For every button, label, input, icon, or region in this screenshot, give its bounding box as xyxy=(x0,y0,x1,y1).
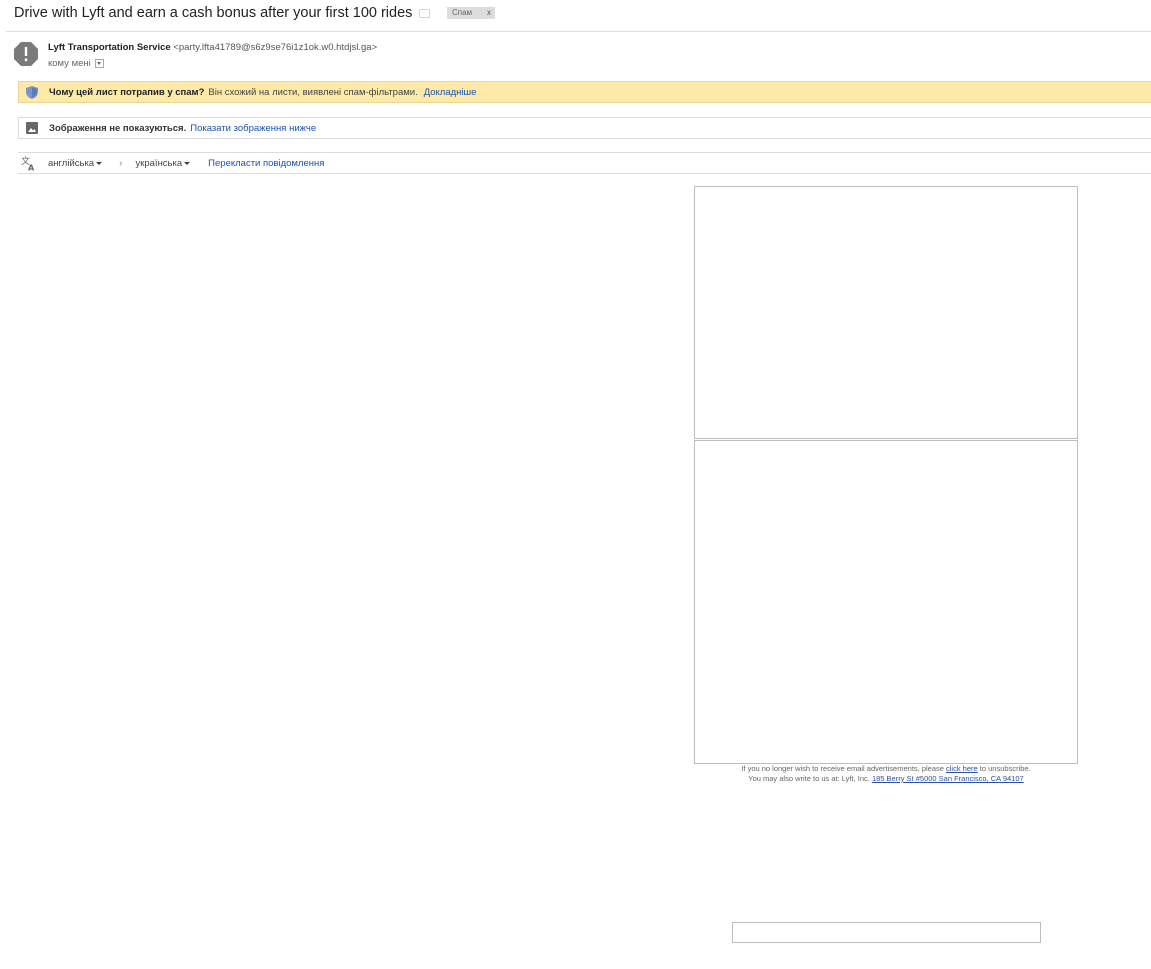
email-footer: If you no longer wish to receive email a… xyxy=(694,764,1078,784)
translate-message-link[interactable]: Перекласти повідомлення xyxy=(208,158,324,169)
caret-down-icon xyxy=(184,161,191,165)
details-dropdown-icon[interactable] xyxy=(94,59,104,68)
source-language-label: англійська xyxy=(48,157,95,169)
warning-avatar-icon xyxy=(14,42,38,66)
spam-description: Він схожий на листи, виявлені спам-фільт… xyxy=(208,86,418,98)
subject-divider xyxy=(6,31,1151,32)
important-marker-icon[interactable] xyxy=(419,9,430,18)
unsubscribe-link[interactable]: click here xyxy=(946,764,978,773)
unsubscribe-line: If you no longer wish to receive email a… xyxy=(741,764,1031,773)
sender-info: Lyft Transportation Service <party.lfta4… xyxy=(48,42,377,53)
source-language-dropdown[interactable]: англійська xyxy=(48,157,103,169)
remove-label-button[interactable]: x xyxy=(487,7,491,19)
arrow-right-icon: › xyxy=(119,157,123,169)
show-images-link[interactable]: Показати зображення нижче xyxy=(190,123,316,134)
email-subject: Drive with Lyft and earn a cash bonus af… xyxy=(14,5,413,21)
address-link[interactable]: 185 Berry St #5000 San Francisco, CA 941… xyxy=(872,774,1024,783)
spam-label-text: Спам xyxy=(452,8,473,17)
target-language-label: українська xyxy=(135,157,183,169)
sender-name[interactable]: Lyft Transportation Service xyxy=(48,42,171,53)
learn-more-link[interactable]: Докладніше xyxy=(424,87,477,98)
spam-question: Чому цей лист потрапив у спам? xyxy=(49,86,205,98)
spam-label-chip[interactable]: Спам x xyxy=(447,7,495,19)
translate-bar: 文 A англійська › українська Перекласти п… xyxy=(18,152,1151,174)
sender-email: <party.lfta41789@s6z9se76i1z1ok.w0.htdjs… xyxy=(173,42,378,53)
svg-text:A: A xyxy=(28,164,35,172)
translate-icon: 文 A xyxy=(21,155,35,172)
recipient-label: кому мені xyxy=(48,58,91,69)
address-line: You may also write to us at: Lyft, Inc. … xyxy=(748,774,1024,783)
images-hidden-text: Зображення не показуються. xyxy=(49,122,187,134)
spam-warning-banner: Чому цей лист потрапив у спам? Він схожи… xyxy=(18,81,1151,103)
target-language-dropdown[interactable]: українська xyxy=(135,157,191,169)
shield-icon xyxy=(26,85,38,99)
caret-down-icon xyxy=(96,161,103,165)
hidden-image-placeholder xyxy=(732,922,1041,943)
hidden-image-placeholder xyxy=(694,440,1078,764)
recipient-info: кому мені xyxy=(48,58,104,69)
images-hidden-banner: Зображення не показуються. Показати зобр… xyxy=(18,117,1151,139)
hidden-image-placeholder xyxy=(694,186,1078,439)
image-icon xyxy=(26,122,38,134)
